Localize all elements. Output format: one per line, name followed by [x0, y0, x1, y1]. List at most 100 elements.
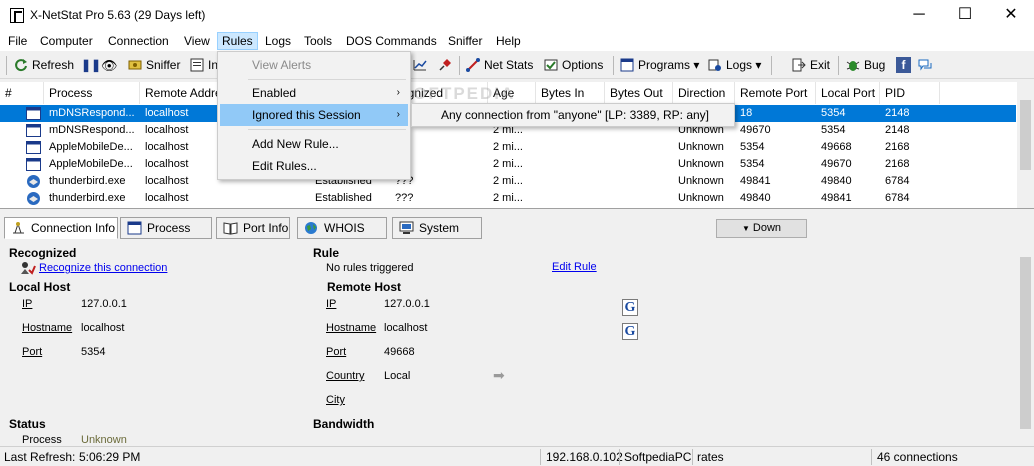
find-button[interactable]: 👁 [101, 56, 118, 75]
graph-icon [413, 60, 427, 71]
refresh-button[interactable]: Refresh [14, 56, 74, 75]
toolbar-grip [6, 56, 7, 75]
google-hostname-button[interactable]: G [622, 323, 638, 340]
local-ip-label: IP [22, 298, 33, 310]
recognize-icon [21, 262, 36, 275]
pid-cell: 2148 [885, 124, 910, 136]
chat-button[interactable] [918, 56, 936, 75]
menu-item-ignored-this-session[interactable]: Ignored this Session › [220, 104, 408, 126]
recognize-connection-link[interactable]: Recognize this connection [39, 262, 167, 274]
menu-computer[interactable]: Computer [36, 32, 97, 50]
tab-port-info[interactable]: Port Info [216, 217, 290, 239]
facebook-icon[interactable]: f [896, 57, 911, 73]
column-header-remote-port[interactable]: Remote Port [735, 82, 816, 104]
menu-tools[interactable]: Tools [300, 32, 336, 50]
menu-help[interactable]: Help [492, 32, 525, 50]
remote-country-value: Local [384, 370, 411, 382]
local-port-cell: 49670 [821, 158, 852, 170]
down-button[interactable]: ▼ Down [716, 219, 807, 238]
tab-label: Port Info [243, 221, 289, 235]
column-header-process[interactable]: Process [44, 82, 140, 104]
app-icon[interactable] [10, 8, 24, 23]
menu-rules[interactable]: Rules [217, 32, 258, 50]
book-icon [223, 222, 238, 235]
menu-connection[interactable]: Connection [104, 32, 173, 50]
tab-system-info[interactable]: System Info [392, 217, 482, 255]
programs-button[interactable]: Programs ▾ [620, 56, 699, 75]
info-button[interactable]: In [190, 56, 218, 75]
menu-logs[interactable]: Logs [261, 32, 295, 50]
table-row[interactable]: AppleMobileDe... localhost 2 mi... Unkno… [0, 156, 1016, 173]
grid-scrollbar[interactable] [1017, 82, 1034, 208]
column-header-bytes-out[interactable]: Bytes Out [605, 82, 673, 104]
tab-process-info[interactable]: Process Info [120, 217, 212, 255]
process-window-icon [26, 124, 41, 137]
column-header-pid[interactable]: PID [880, 82, 940, 104]
menu-dos-commands[interactable]: DOS Commands [342, 32, 441, 50]
dropdown-arrow-icon: ▾ [755, 58, 762, 72]
menu-file[interactable]: File [4, 32, 31, 50]
menu-view[interactable]: View [180, 32, 214, 50]
menu-item-view-alerts: View Alerts [252, 58, 312, 72]
computer-name-status: SoftpediaPC [624, 450, 692, 464]
pause-button[interactable]: ❚❚ [81, 56, 101, 75]
grid-scrollbar-thumb[interactable] [1020, 100, 1031, 170]
minimize-button[interactable]: ─ [896, 0, 942, 30]
age-cell: 2 mi... [493, 175, 523, 187]
submenu-item-ignored-rule[interactable]: Any connection from "anyone" [LP: 3389, … [414, 105, 732, 125]
local-port-cell: 49668 [821, 141, 852, 153]
column-header-bytes-in[interactable]: Bytes In [536, 82, 605, 104]
rule-value: No rules triggered [326, 262, 414, 274]
table-row[interactable]: thunderbird.exe localhost Established ??… [0, 173, 1016, 190]
close-button[interactable]: ✕ [988, 0, 1034, 30]
tab-connection-info[interactable]: Connection Info [4, 217, 118, 239]
pin-button[interactable] [438, 56, 456, 75]
sniffer-button[interactable]: Sniffer [128, 56, 180, 75]
local-port-cell: 49841 [821, 192, 852, 204]
remote-port-cell: 5354 [740, 141, 765, 153]
table-row[interactable]: thunderbird.exe localhost Established ??… [0, 190, 1016, 207]
google-ip-button[interactable]: G [622, 299, 638, 316]
column-header-local-port[interactable]: Local Port [816, 82, 880, 104]
menu-sniffer[interactable]: Sniffer [444, 32, 486, 50]
menu-item-enabled[interactable]: Enabled › [220, 82, 408, 104]
status-heading: Status [9, 417, 46, 431]
remote-hostname-value: localhost [384, 322, 428, 334]
tab-whois-info[interactable]: WHOIS Info [297, 217, 387, 255]
local-hostname-value: localhost [81, 322, 125, 334]
process-window-icon [26, 158, 41, 171]
column-header-direction[interactable]: Direction [673, 82, 735, 104]
bandwidth-heading: Bandwidth [313, 417, 375, 431]
remote-address-cell: localhost [145, 124, 189, 136]
menu-separator [248, 79, 406, 80]
menu-item-edit-rules[interactable]: Edit Rules... [220, 155, 408, 177]
process-cell: thunderbird.exe [49, 192, 126, 204]
graph-button[interactable] [413, 56, 431, 75]
details-scrollbar-thumb[interactable] [1020, 257, 1031, 429]
remote-host-heading: Remote Host [327, 280, 402, 294]
bug-button[interactable]: Bug [846, 56, 885, 75]
column-header-number[interactable]: # [0, 82, 44, 104]
panel-splitter[interactable] [0, 208, 1034, 214]
local-port-value: 5354 [81, 346, 106, 358]
remote-port-label: Port [326, 346, 347, 358]
options-button[interactable]: Options [544, 56, 603, 75]
menu-item-add-new-rule[interactable]: Add New Rule... [220, 133, 408, 155]
exit-button[interactable]: Exit [792, 56, 830, 75]
net-stats-button[interactable]: Net Stats [466, 56, 533, 75]
pid-cell: 2148 [885, 107, 910, 119]
column-header-remote-address[interactable]: Remote Address [140, 82, 226, 104]
logs-icon [708, 59, 721, 71]
table-row[interactable]: AppleMobileDe... localhost 2 mi... Unkno… [0, 139, 1016, 156]
details-scrollbar[interactable] [1017, 240, 1034, 446]
remote-address-cell: localhost [145, 107, 189, 119]
options-label: Options [562, 58, 604, 72]
maximize-button[interactable]: ☐ [942, 0, 988, 30]
remote-address-cell: localhost [145, 175, 189, 187]
age-cell: 2 mi... [493, 158, 523, 170]
remote-hostname-label: Hostname [326, 322, 377, 334]
window-icon [620, 58, 634, 72]
edit-rule-link[interactable]: Edit Rule [552, 261, 597, 273]
logs-button[interactable]: Logs ▾ [708, 56, 761, 75]
thunderbird-icon [27, 192, 40, 205]
